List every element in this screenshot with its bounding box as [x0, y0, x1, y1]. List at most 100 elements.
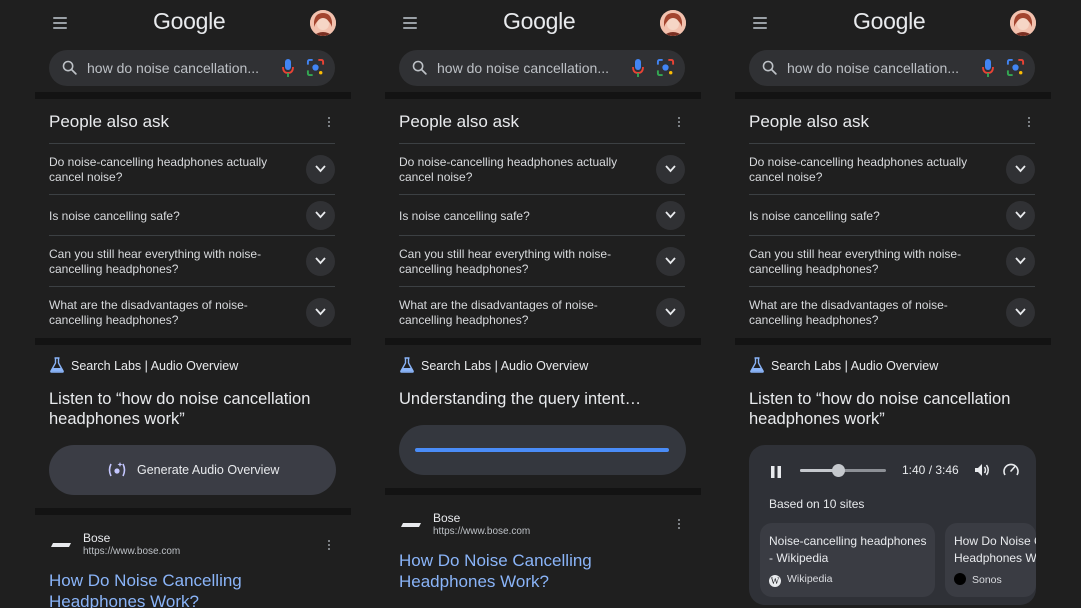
result-url[interactable]: https://www.bose.com — [433, 526, 530, 537]
search-labs-label: Search Labs | Audio Overview — [399, 357, 588, 373]
chevron-down-icon[interactable] — [1006, 247, 1035, 276]
more-options-icon[interactable] — [677, 519, 681, 531]
flask-icon — [750, 357, 764, 373]
paa-question[interactable]: What are the disadvantages of noise-canc… — [399, 286, 685, 338]
source-card[interactable]: Noise-cancelling headphones - Wikipedia … — [760, 523, 935, 597]
paa-question[interactable]: Do noise-cancelling headphones actually … — [49, 143, 335, 195]
divider — [35, 92, 351, 99]
paa-question[interactable]: Do noise-cancelling headphones actually … — [399, 143, 685, 195]
audio-overview-status: Understanding the query intent… — [399, 390, 642, 408]
menu-icon[interactable] — [403, 17, 417, 29]
search-bar[interactable]: how do noise cancellation... — [749, 50, 1035, 86]
wikipedia-icon: W — [769, 575, 781, 587]
result-title-link[interactable]: How Do Noise Cancelling Headphones Work? — [399, 550, 659, 592]
playback-time: 1:40 / 3:46 — [902, 463, 959, 477]
chevron-down-icon[interactable] — [306, 155, 335, 184]
audio-sparkle-icon — [108, 462, 126, 477]
panel-loading: Google how do noise cancellation... Peop… — [385, 0, 701, 608]
audio-overview-title: Listen to “how do noise cancellation hea… — [49, 390, 311, 428]
seek-slider[interactable] — [800, 464, 886, 477]
lens-icon[interactable] — [1006, 58, 1025, 77]
menu-icon[interactable] — [753, 17, 767, 29]
paa-question[interactable]: What are the disadvantages of noise-canc… — [749, 286, 1035, 338]
paa-question[interactable]: What are the disadvantages of noise-canc… — [49, 286, 335, 338]
mic-icon[interactable] — [281, 58, 295, 78]
generate-audio-overview-button[interactable]: Generate Audio Overview — [49, 445, 336, 495]
paa-question[interactable]: Is noise cancelling safe? — [749, 194, 1035, 236]
search-icon — [762, 60, 777, 75]
seek-handle[interactable] — [831, 464, 845, 477]
search-labs-label: Search Labs | Audio Overview — [749, 357, 938, 373]
more-options-icon[interactable] — [327, 117, 331, 129]
lens-icon[interactable] — [656, 58, 675, 77]
avatar[interactable] — [1010, 10, 1036, 36]
search-icon — [412, 60, 427, 75]
divider — [35, 338, 351, 345]
divider — [735, 92, 1051, 99]
result-site-name: Bose — [83, 531, 111, 545]
divider — [735, 338, 1051, 345]
divider — [35, 508, 351, 515]
bose-logo — [401, 523, 421, 527]
divider — [385, 92, 701, 99]
chevron-down-icon[interactable] — [306, 298, 335, 327]
chevron-down-icon[interactable] — [656, 201, 685, 230]
paa-title: People also ask — [749, 112, 870, 131]
audio-player: 1:40 / 3:46 Based on 10 sites Noise-canc… — [749, 445, 1036, 605]
more-options-icon[interactable] — [327, 540, 331, 552]
paa-question[interactable]: Can you still hear everything with noise… — [749, 235, 1035, 287]
paa-question[interactable]: Is noise cancelling safe? — [49, 194, 335, 236]
search-icon — [62, 60, 77, 75]
chevron-down-icon[interactable] — [656, 155, 685, 184]
chevron-down-icon[interactable] — [656, 247, 685, 276]
divider — [385, 488, 701, 495]
search-input[interactable]: how do noise cancellation... — [437, 60, 609, 76]
playback-speed-icon[interactable] — [1002, 461, 1020, 479]
flask-icon — [400, 357, 414, 373]
sonos-icon — [954, 573, 966, 585]
volume-icon[interactable] — [973, 461, 991, 479]
more-options-icon[interactable] — [1027, 117, 1031, 129]
divider — [385, 338, 701, 345]
search-labs-label: Search Labs | Audio Overview — [49, 357, 238, 373]
progress-bar-fill — [415, 448, 669, 452]
avatar[interactable] — [660, 10, 686, 36]
paa-question[interactable]: Do noise-cancelling headphones actually … — [749, 143, 1035, 195]
google-logo[interactable]: Google — [153, 8, 226, 35]
paa-title: People also ask — [49, 112, 170, 131]
result-title-link[interactable]: How Do Noise Cancelling Headphones Work? — [49, 570, 309, 608]
avatar[interactable] — [310, 10, 336, 36]
chevron-down-icon[interactable] — [306, 247, 335, 276]
chevron-down-icon[interactable] — [306, 201, 335, 230]
mic-icon[interactable] — [981, 58, 995, 78]
search-bar[interactable]: how do noise cancellation... — [49, 50, 335, 86]
more-options-icon[interactable] — [677, 117, 681, 129]
source-card[interactable]: How Do Noise Cancelling Headphones Work?… — [945, 523, 1036, 597]
panel-player: Google how do noise cancellation... Peop… — [735, 0, 1051, 608]
google-logo[interactable]: Google — [503, 8, 576, 35]
pause-icon[interactable] — [770, 465, 782, 479]
paa-title: People also ask — [399, 112, 520, 131]
panel-initial: Google how do noise cancellation... Peop… — [35, 0, 351, 608]
search-bar[interactable]: how do noise cancellation... — [399, 50, 685, 86]
bose-logo — [51, 543, 71, 547]
chevron-down-icon[interactable] — [656, 298, 685, 327]
chevron-down-icon[interactable] — [1006, 201, 1035, 230]
google-logo[interactable]: Google — [853, 8, 926, 35]
audio-overview-title: Listen to “how do noise cancellation hea… — [749, 390, 1011, 428]
search-input[interactable]: how do noise cancellation... — [787, 60, 959, 76]
paa-question[interactable]: Is noise cancelling safe? — [399, 194, 685, 236]
result-url[interactable]: https://www.bose.com — [83, 546, 180, 557]
result-site-name: Bose — [433, 511, 461, 525]
lens-icon[interactable] — [306, 58, 325, 77]
paa-question[interactable]: Can you still hear everything with noise… — [399, 235, 685, 287]
chevron-down-icon[interactable] — [1006, 298, 1035, 327]
flask-icon — [50, 357, 64, 373]
sources-count: Based on 10 sites — [769, 497, 865, 511]
menu-icon[interactable] — [53, 17, 67, 29]
search-input[interactable]: how do noise cancellation... — [87, 60, 259, 76]
paa-question[interactable]: Can you still hear everything with noise… — [49, 235, 335, 287]
audio-generation-progress — [399, 425, 686, 475]
mic-icon[interactable] — [631, 58, 645, 78]
chevron-down-icon[interactable] — [1006, 155, 1035, 184]
